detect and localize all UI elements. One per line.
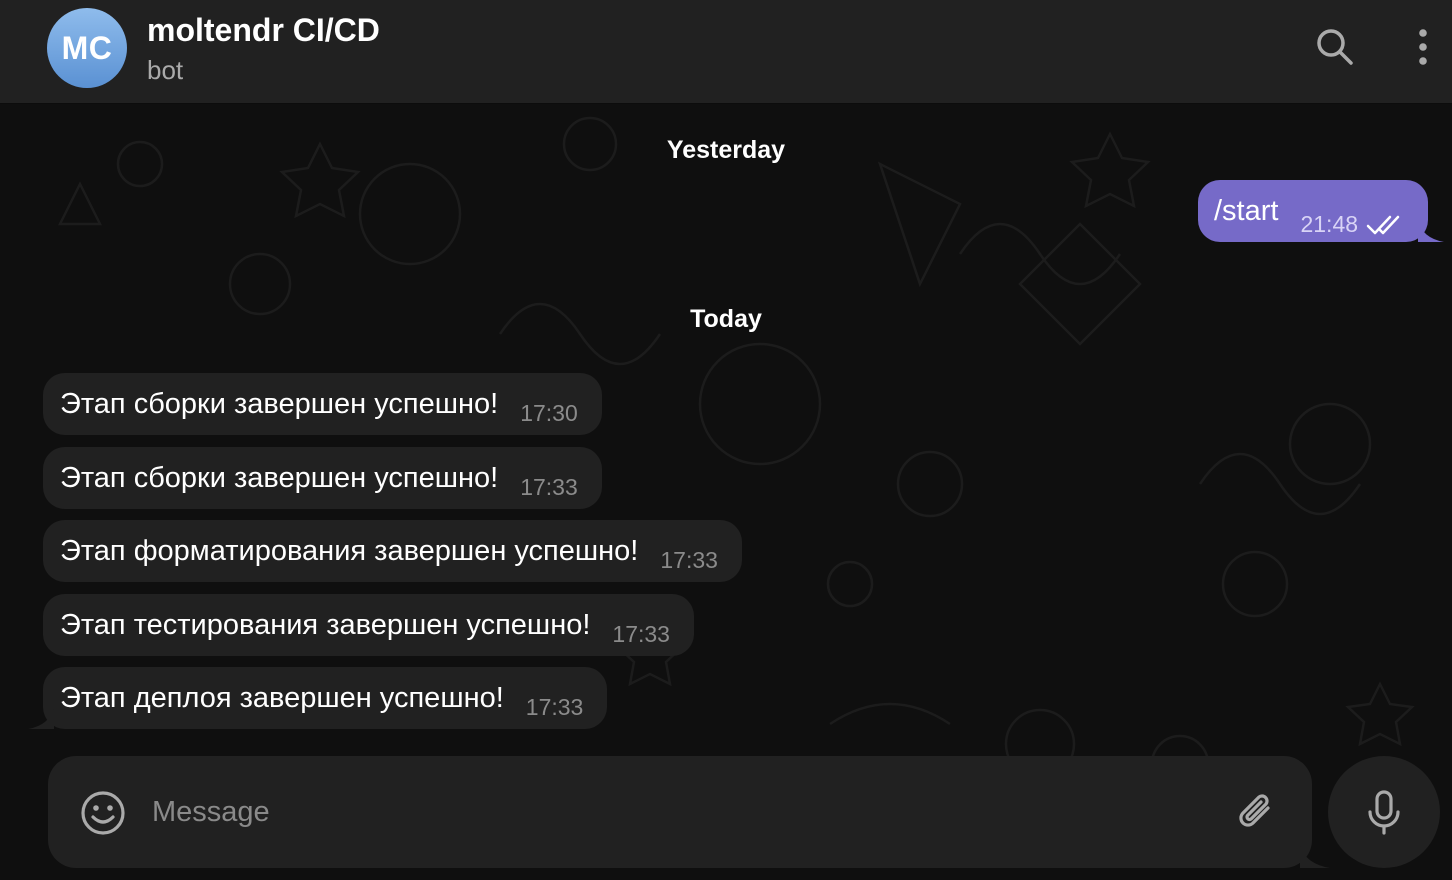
message-time: 17:33 bbox=[520, 474, 578, 500]
message-time: 17:33 bbox=[660, 547, 718, 573]
incoming-message[interactable]: Этап сборки завершен успешно! 17:30 bbox=[43, 373, 602, 435]
voice-record-button[interactable] bbox=[1328, 756, 1440, 868]
attach-button[interactable] bbox=[1232, 788, 1280, 836]
message-text: Этап сборки завершен успешно! bbox=[60, 462, 499, 494]
bubble-tail bbox=[1418, 220, 1444, 242]
message-text: Этап тестирования завершен успешно! bbox=[60, 609, 591, 641]
message-text: Этап форматирования завершен успешно! bbox=[60, 535, 639, 567]
incoming-message[interactable]: Этап сборки завершен успешно! 17:33 bbox=[43, 447, 602, 509]
microphone-icon bbox=[1368, 790, 1400, 835]
message-time: 21:48 bbox=[1300, 211, 1359, 237]
emoji-button[interactable] bbox=[79, 789, 127, 837]
search-icon bbox=[1317, 29, 1353, 65]
message-text: Этап деплоя завершен успешно! bbox=[60, 682, 504, 714]
chat-header: MC moltendr CI/CD bot bbox=[0, 0, 1452, 104]
message-text: Этап сборки завершен успешно! bbox=[60, 388, 499, 420]
paperclip-icon bbox=[1239, 794, 1270, 827]
chat-subtitle: bot bbox=[147, 55, 184, 85]
bubble-tail bbox=[28, 707, 54, 729]
avatar[interactable]: MC bbox=[47, 8, 127, 88]
search-button[interactable] bbox=[1310, 22, 1360, 72]
date-separator-today: Today bbox=[690, 305, 762, 333]
composer-tail bbox=[1300, 846, 1330, 868]
more-vertical-icon bbox=[1419, 29, 1427, 65]
outgoing-message[interactable]: /start 21:48 bbox=[1198, 180, 1428, 242]
date-separator-yesterday: Yesterday bbox=[666, 136, 786, 164]
message-time: 17:33 bbox=[525, 694, 584, 720]
message-text: /start bbox=[1214, 195, 1279, 227]
message-time: 17:30 bbox=[520, 400, 578, 426]
message-time: 17:33 bbox=[612, 621, 670, 647]
emoji-icon bbox=[81, 791, 125, 835]
message-meta: 21:48 bbox=[1300, 213, 1404, 242]
incoming-message[interactable]: Этап тестирования завершен успешно! 17:3… bbox=[43, 594, 694, 656]
incoming-message[interactable]: Этап форматирования завершен успешно! 17… bbox=[43, 520, 742, 582]
telegram-chat-window: MC moltendr CI/CD bot Yesterday /start 2… bbox=[0, 0, 1452, 880]
message-input[interactable] bbox=[152, 782, 1202, 842]
double-check-icon bbox=[1366, 215, 1400, 234]
chat-title[interactable]: moltendr CI/CD bbox=[147, 12, 380, 49]
more-options-button[interactable] bbox=[1398, 22, 1448, 72]
incoming-message[interactable]: Этап деплоя завершен успешно! 17:33 bbox=[43, 667, 608, 729]
